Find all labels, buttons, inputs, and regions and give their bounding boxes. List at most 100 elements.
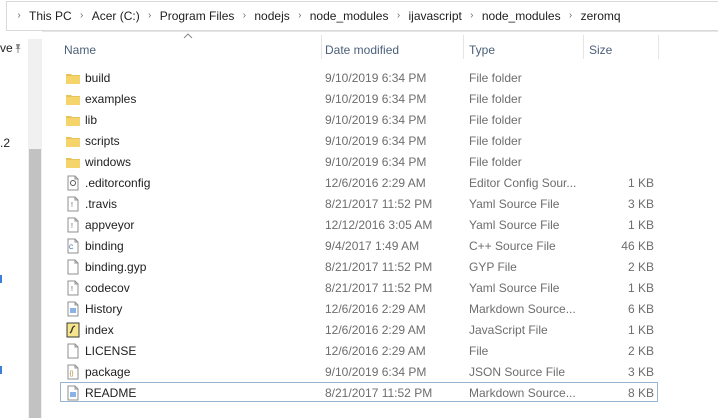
file-row[interactable]: index 12/6/2016 2:29 AM JavaScript File 1 K…	[60, 319, 658, 339]
file-name: History	[85, 302, 123, 316]
file-name: lib	[85, 113, 98, 127]
column-divider[interactable]	[321, 35, 322, 59]
file-date-modified: 9/10/2019 6:34 PM	[325, 113, 427, 127]
chevron-right-icon[interactable]: ›	[77, 6, 87, 26]
file-row[interactable]: build 9/10/2019 6:34 PM File folder	[60, 67, 658, 87]
file-row[interactable]: README 8/21/2017 11:52 PM Markdown Source.…	[60, 382, 658, 402]
file-type: File folder	[469, 155, 522, 169]
file-size: 8 KB	[627, 386, 654, 400]
file-date-modified: 8/21/2017 11:52 PM	[325, 260, 433, 274]
nav-item-fragment[interactable]: .2	[0, 136, 10, 150]
sort-ascending-icon	[183, 33, 193, 39]
file-name: README	[85, 386, 137, 400]
breadcrumb-item[interactable]: This PC	[27, 9, 74, 23]
column-header-type[interactable]: Type	[469, 41, 579, 59]
column-header-name[interactable]: Name	[64, 41, 304, 59]
file-size: 6 KB	[627, 302, 654, 316]
file-date-modified: 12/6/2016 2:29 AM	[325, 302, 426, 316]
folder-icon	[66, 112, 80, 128]
column-divider[interactable]	[658, 35, 659, 59]
file-date-modified: 12/6/2016 2:29 AM	[325, 323, 426, 337]
file-date-modified: 8/21/2017 11:52 PM	[325, 386, 433, 400]
file-row[interactable]: LICENSE 12/6/2016 2:29 AM File 2 KB	[60, 340, 658, 360]
file-date-modified: 9/10/2019 6:34 PM	[325, 365, 427, 379]
file-size: 46 KB	[621, 239, 654, 253]
file-name: windows	[85, 155, 132, 169]
column-header-size[interactable]: Size	[589, 41, 669, 59]
file-date-modified: 9/10/2019 6:34 PM	[325, 134, 427, 148]
markdown-file-icon	[66, 301, 80, 317]
chevron-right-icon[interactable]: ›	[393, 6, 403, 26]
file-size: 3 KB	[627, 197, 654, 211]
file-row[interactable]: ! .travis 8/21/2017 11:52 PM Yaml Source Fi…	[60, 193, 658, 213]
file-row[interactable]: History 12/6/2016 2:29 AM Markdown Source.…	[60, 298, 658, 318]
column-header-date-modified[interactable]: Date modified	[325, 41, 461, 59]
yaml-file-icon: !	[66, 217, 80, 233]
file-row[interactable]: Cbinding 9/4/2017 1:49 AM C++ Source File 4…	[60, 235, 658, 255]
pin-icon[interactable]	[13, 43, 23, 53]
file-size	[581, 110, 654, 130]
config-file-icon	[66, 175, 80, 191]
yaml-file-icon: !	[66, 196, 80, 212]
yaml-file-icon: !	[66, 280, 80, 296]
file-row[interactable]: scripts 9/10/2019 6:34 PM File folder	[60, 130, 658, 150]
file-list[interactable]: Name Date modified Type Size build 9/10/2…	[42, 31, 718, 418]
markdown-file-icon	[66, 385, 80, 401]
file-name: index	[85, 323, 114, 337]
javascript-file-icon	[66, 322, 80, 338]
folder-icon	[66, 154, 80, 170]
file-date-modified: 9/4/2017 1:49 AM	[325, 239, 420, 253]
file-date-modified: 12/6/2016 2:29 AM	[325, 344, 426, 358]
column-divider[interactable]	[583, 35, 584, 59]
file-type: Markdown Source...	[469, 302, 576, 316]
breadcrumb[interactable]: › This PC › Acer (C:) › Program Files › nodejs ›…	[6, 1, 718, 31]
file-row[interactable]: ! appveyor 12/12/2016 3:05 AM Yaml Source F…	[60, 214, 658, 234]
file-row[interactable]: windows 9/10/2019 6:34 PM File folder	[60, 151, 658, 171]
file-size: 1 KB	[627, 176, 654, 190]
chevron-right-icon[interactable]: ›	[295, 6, 305, 26]
chevron-right-icon[interactable]: ›	[239, 6, 249, 26]
file-row[interactable]: ! codecov 8/21/2017 11:52 PM Yaml Source Fi…	[60, 277, 658, 297]
chevron-right-icon[interactable]: ›	[14, 6, 24, 26]
breadcrumb-item[interactable]: node_modules	[480, 9, 563, 23]
breadcrumb-item[interactable]: node_modules	[308, 9, 391, 23]
nav-scrollbar-thumb[interactable]	[29, 149, 41, 418]
file-type: Yaml Source File	[469, 197, 560, 211]
file-name: appveyor	[85, 218, 135, 232]
breadcrumb-item[interactable]: ijavascript	[406, 9, 463, 23]
svg-text:!: !	[71, 286, 73, 293]
column-divider[interactable]	[463, 35, 464, 59]
file-type: GYP File	[469, 260, 517, 274]
breadcrumb-item[interactable]: zeromq	[579, 9, 623, 23]
file-type: C++ Source File	[469, 239, 556, 253]
file-name: LICENSE	[85, 344, 137, 358]
file-name: build	[85, 71, 111, 85]
file-date-modified: 9/10/2019 6:34 PM	[325, 71, 427, 85]
navigation-pane[interactable]: ve .2	[0, 31, 42, 418]
file-row[interactable]: lib 9/10/2019 6:34 PM File folder	[60, 109, 658, 129]
breadcrumb-item[interactable]: Acer (C:)	[90, 9, 142, 23]
file-size: 3 KB	[627, 365, 654, 379]
file-name: binding	[85, 239, 124, 253]
file-type: File folder	[469, 92, 522, 106]
nav-link-mark	[0, 275, 2, 283]
file-type: File folder	[469, 71, 522, 85]
file-row[interactable]: {} package 9/10/2019 6:34 PM JSON Source Fi…	[60, 361, 658, 381]
file-row[interactable]: .editorconfig 12/6/2016 2:29 AM Editor Con…	[60, 172, 658, 192]
breadcrumb-item[interactable]: Program Files	[158, 9, 237, 23]
file-date-modified: 12/12/2016 3:05 AM	[325, 218, 433, 232]
nav-item-fragment[interactable]: ve	[0, 41, 13, 55]
svg-text:C: C	[69, 245, 74, 251]
svg-text:!: !	[71, 202, 73, 209]
file-name: package	[85, 365, 131, 379]
file-size: 2 KB	[627, 260, 654, 274]
address-bar[interactable]: › This PC › Acer (C:) › Program Files › nodejs ›…	[0, 0, 718, 32]
file-row[interactable]: binding.gyp 8/21/2017 11:52 PM GYP File 2 K…	[60, 256, 658, 276]
breadcrumb-item[interactable]: nodejs	[252, 9, 291, 23]
chevron-right-icon[interactable]: ›	[145, 6, 155, 26]
file-type: JavaScript File	[469, 323, 548, 337]
file-type: File folder	[469, 113, 522, 127]
chevron-right-icon[interactable]: ›	[566, 6, 576, 26]
file-row[interactable]: examples 9/10/2019 6:34 PM File folder	[60, 88, 658, 108]
chevron-right-icon[interactable]: ›	[467, 6, 477, 26]
